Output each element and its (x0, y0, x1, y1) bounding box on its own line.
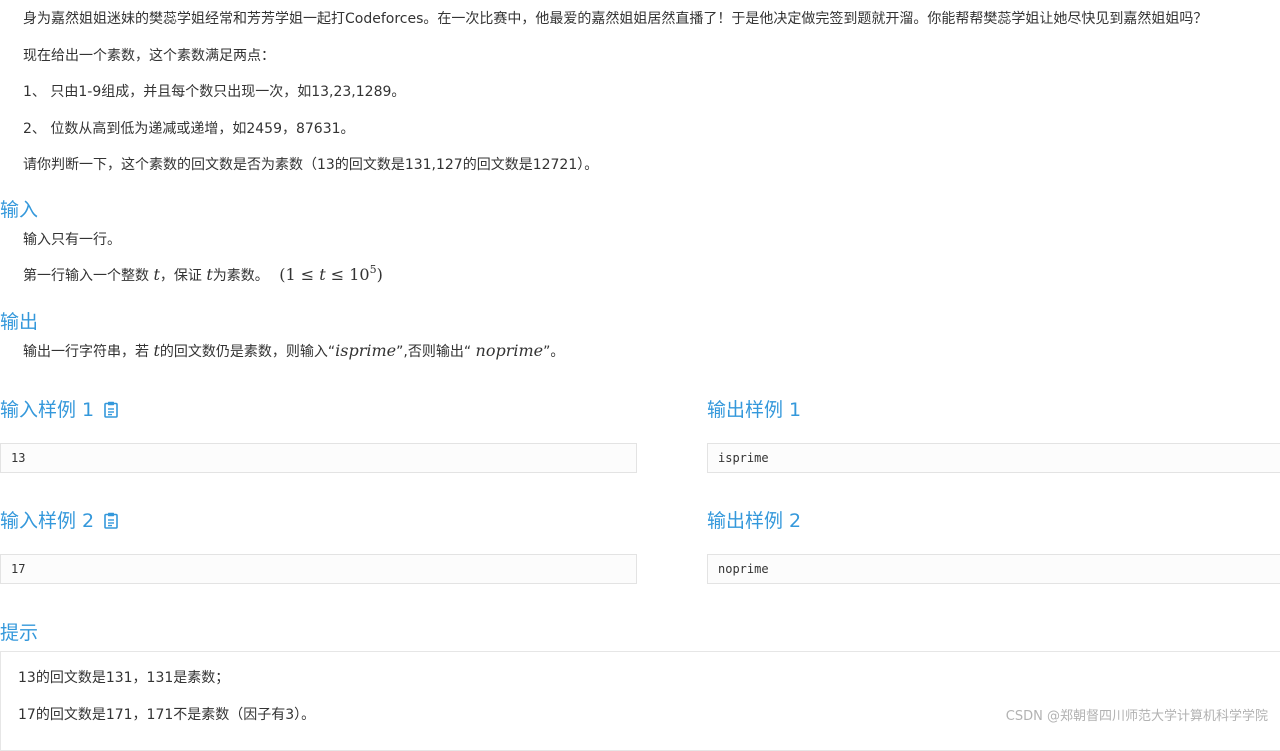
output-section-title: 输出 (0, 311, 39, 333)
sample-output-1-title: 输出样例 1 (707, 399, 802, 421)
description-judge: 请你判断一下，这个素数的回文数是否为素数（13的回文数是131,127的回文数是… (23, 157, 599, 173)
sample-output-2-box[interactable]: noprime (707, 554, 1280, 584)
output-word-noprime: noprime (475, 341, 544, 360)
sample-input-2-title: 输入样例 2 (0, 509, 118, 535)
sample-output-1-box[interactable]: isprime (707, 443, 1280, 473)
hint-box: 13的回文数是131，131是素数； 17的回文数是171，171不是素数（因子… (0, 651, 1280, 751)
constraint-close: ) (376, 265, 383, 284)
description-given: 现在给出一个素数，这个素数满足两点： (23, 48, 275, 64)
input-line-1: 输入只有一行。 (23, 232, 121, 248)
clipboard-icon[interactable] (104, 400, 118, 424)
output-mid-1: 的回文数仍是素数，则输入“ (159, 344, 336, 360)
clipboard-icon[interactable] (104, 511, 118, 535)
constraint-mid: ≤ 10 (325, 265, 370, 284)
output-word-isprime: isprime (335, 341, 397, 360)
input-line-2-suffix: 为素数。 (212, 268, 269, 284)
output-suffix: ”。 (543, 344, 565, 360)
hint-line-1: 13的回文数是131，131是素数； (18, 670, 230, 686)
constraint-exponent: 5 (369, 263, 377, 276)
output-mid-2: ”,否则输出“ (396, 344, 476, 360)
hint-line-2: 17的回文数是171，171不是素数（因子有3）。 (18, 707, 316, 723)
input-section-title: 输入 (0, 199, 39, 221)
sample-input-1-title: 输入样例 1 (0, 398, 118, 424)
sample-output-2-title: 输出样例 2 (707, 510, 802, 532)
sample-input-2-label: 输入样例 2 (0, 510, 95, 532)
output-description: 输出一行字符串，若 t的回文数仍是素数，则输入“isprime”,否则输出“ n… (23, 341, 564, 362)
description-rule-2: 2、 位数从高到低为递减或递增，如2459，87631。 (23, 121, 355, 137)
sample-input-1-label: 输入样例 1 (0, 399, 95, 421)
output-prefix: 输出一行字符串，若 (23, 344, 154, 360)
hint-section-title: 提示 (0, 622, 39, 644)
input-line-2-mid: ，保证 (159, 268, 207, 284)
constraint-open: (1 ≤ (279, 265, 320, 284)
sample-input-2-box[interactable]: 17 (0, 554, 637, 584)
input-line-2-prefix: 第一行输入一个整数 (23, 268, 154, 284)
csdn-watermark: CSDN @郑朝督四川师范大学计算机科学学院 (1005, 709, 1268, 724)
input-line-2: 第一行输入一个整数 t，保证 t为素数。 (1 ≤ t ≤ 105) (23, 263, 383, 286)
sample-input-1-box[interactable]: 13 (0, 443, 637, 473)
description-rule-1: 1、 只由1-9组成，并且每个数只出现一次，如13,23,1289。 (23, 84, 406, 100)
description-intro: 身为嘉然姐姐迷妹的樊蕊学姐经常和芳芳学姐一起打Codeforces。在一次比赛中… (23, 11, 1208, 27)
